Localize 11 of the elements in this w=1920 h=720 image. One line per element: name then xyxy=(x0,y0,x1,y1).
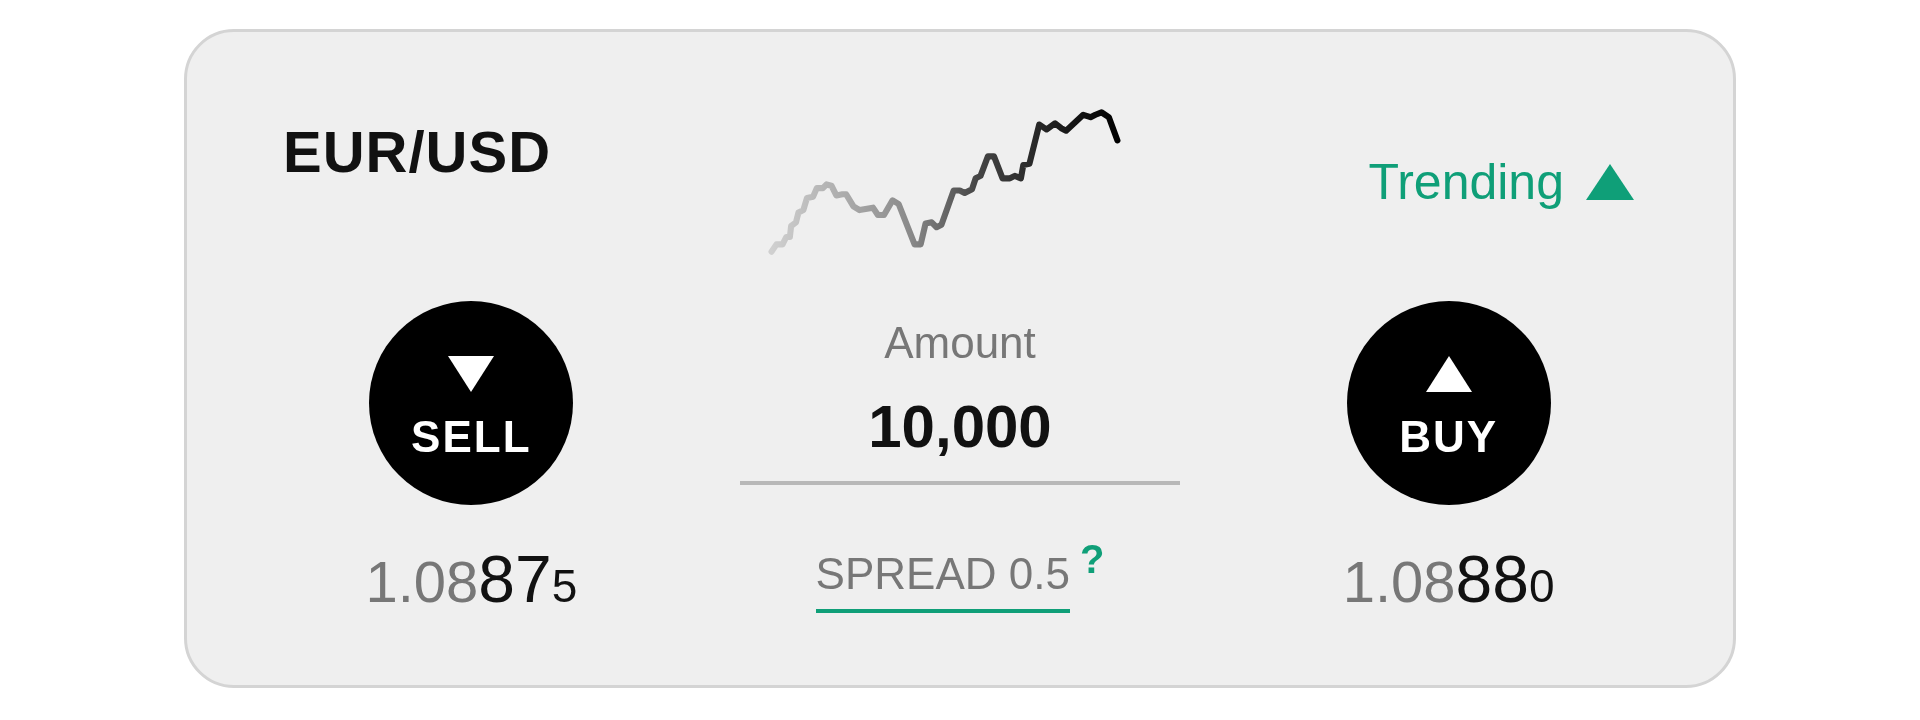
trend-label: Trending xyxy=(1368,153,1564,211)
amount-label: Amount xyxy=(884,318,1036,368)
up-triangle-icon xyxy=(1425,356,1472,392)
amount-field[interactable]: 10,000 xyxy=(740,392,1180,485)
trade-button[interactable]: BUY xyxy=(1346,301,1551,505)
price-quote: 1.08880 xyxy=(1341,541,1556,617)
trade-button[interactable]: SELL xyxy=(369,301,574,505)
down-triangle-icon xyxy=(448,356,495,392)
spread-link[interactable]: SPREAD 0.5 xyxy=(815,549,1070,613)
currency-pair: EUR/USD xyxy=(283,118,552,186)
price-quote: 1.08875 xyxy=(364,541,579,617)
